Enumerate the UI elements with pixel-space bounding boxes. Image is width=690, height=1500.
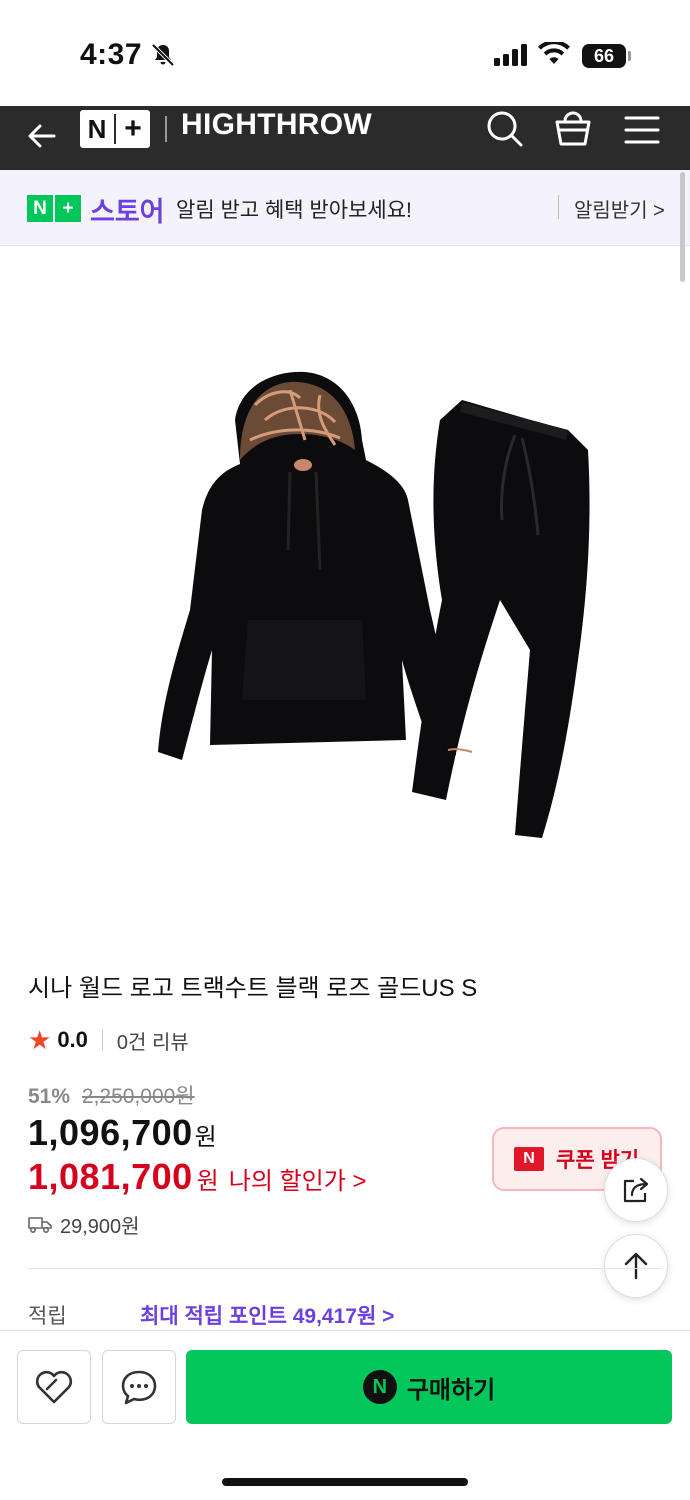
section-divider — [28, 1268, 662, 1269]
naver-plus-logo[interactable]: N + — [80, 110, 150, 148]
rating-row: ★ 0.0 0건 리뷰 — [28, 1024, 189, 1055]
review-count-link[interactable]: 0건 리뷰 — [117, 1026, 189, 1055]
original-price: 2,250,000원 — [81, 1085, 195, 1108]
logo-n: N — [87, 113, 107, 144]
badge-n: N — [27, 195, 53, 222]
battery-tip — [628, 51, 631, 61]
talk-talk-button[interactable] — [102, 1350, 176, 1424]
scrollbar[interactable] — [680, 172, 685, 282]
rating-score: 0.0 — [57, 1027, 88, 1052]
buy-now-button[interactable]: N 구매하기 — [186, 1350, 672, 1424]
badge-plus: + — [55, 195, 81, 222]
discount-percent: 51% — [28, 1085, 71, 1108]
wifi-icon — [538, 42, 570, 64]
battery-icon: 66 — [582, 44, 626, 68]
naver-pay-icon: N — [362, 1370, 397, 1404]
hoodie-shape — [158, 371, 456, 762]
my-discount-price-row[interactable]: 1,081,700 원 나의 할인가 > — [28, 1156, 367, 1198]
naver-plus-badge: N + — [27, 195, 81, 222]
product-title: 시나 월드 로고 트랙수트 블랙 로즈 골드US S — [28, 975, 478, 1002]
chat-bubble-icon — [121, 1370, 157, 1405]
discount-row: 51% 2,250,000원 — [28, 1080, 195, 1110]
store-header: N + HIGHTHROW — [0, 106, 690, 170]
shipping-fee-value: 29,900원 — [60, 1216, 140, 1238]
shopping-bag-icon[interactable] — [554, 108, 592, 150]
naver-coupon-icon: N — [514, 1147, 544, 1171]
buy-now-label: 구매하기 — [406, 1376, 496, 1404]
rating-divider — [101, 1030, 103, 1050]
arrow-up-icon — [624, 1252, 648, 1280]
sale-price: 1,096,700 — [28, 1112, 193, 1153]
price-unit: 원 — [194, 1124, 217, 1151]
purchase-bar: N 구매하기 — [0, 1330, 690, 1500]
scroll-to-top-button[interactable] — [604, 1234, 668, 1298]
shipping-fee: 29,900원 — [28, 1210, 140, 1239]
product-image[interactable] — [90, 360, 610, 840]
store-name[interactable]: HIGHTHROW — [181, 108, 372, 142]
promo-divider — [558, 195, 559, 219]
points-row: 적립 최대 적립 포인트 49,417원 > — [28, 1300, 394, 1330]
promo-message: 알림 받고 혜택 받아보세요! — [176, 199, 412, 222]
search-icon[interactable] — [486, 108, 524, 150]
max-points-link[interactable]: 최대 적립 포인트 49,417원 > — [140, 1300, 394, 1330]
back-arrow-icon[interactable] — [24, 118, 60, 154]
points-label: 적립 — [28, 1305, 67, 1328]
sale-price-row: 1,096,700원 — [28, 1112, 217, 1154]
logo-plus: + — [124, 112, 142, 145]
pants-shape — [412, 400, 590, 838]
notification-promo-banner: N + 스토어 알림 받고 혜택 받아보세요! 알림받기 > — [0, 170, 690, 246]
like-button[interactable] — [17, 1350, 91, 1424]
home-indicator[interactable] — [222, 1478, 468, 1486]
share-icon — [623, 1177, 649, 1203]
share-button[interactable] — [604, 1158, 668, 1222]
star-icon: ★ — [28, 1024, 52, 1055]
notification-subscribe-button[interactable]: 알림받기 > — [574, 194, 665, 223]
status-time: 4:37 — [80, 38, 143, 71]
bell-slash-icon — [151, 43, 175, 67]
heart-icon — [35, 1370, 73, 1404]
promo-store-label: 스토어 — [90, 197, 165, 227]
delivery-truck-icon — [28, 1216, 52, 1233]
menu-icon[interactable] — [624, 112, 660, 148]
my-discount-price: 1,081,700 — [28, 1156, 193, 1197]
my-price-unit: 원 — [196, 1168, 219, 1195]
status-bar: 4:37 66 — [0, 0, 690, 106]
cellular-signal-icon — [494, 44, 527, 66]
header-divider — [165, 116, 167, 142]
my-discount-link[interactable]: 나의 할인가 > — [229, 1168, 367, 1195]
